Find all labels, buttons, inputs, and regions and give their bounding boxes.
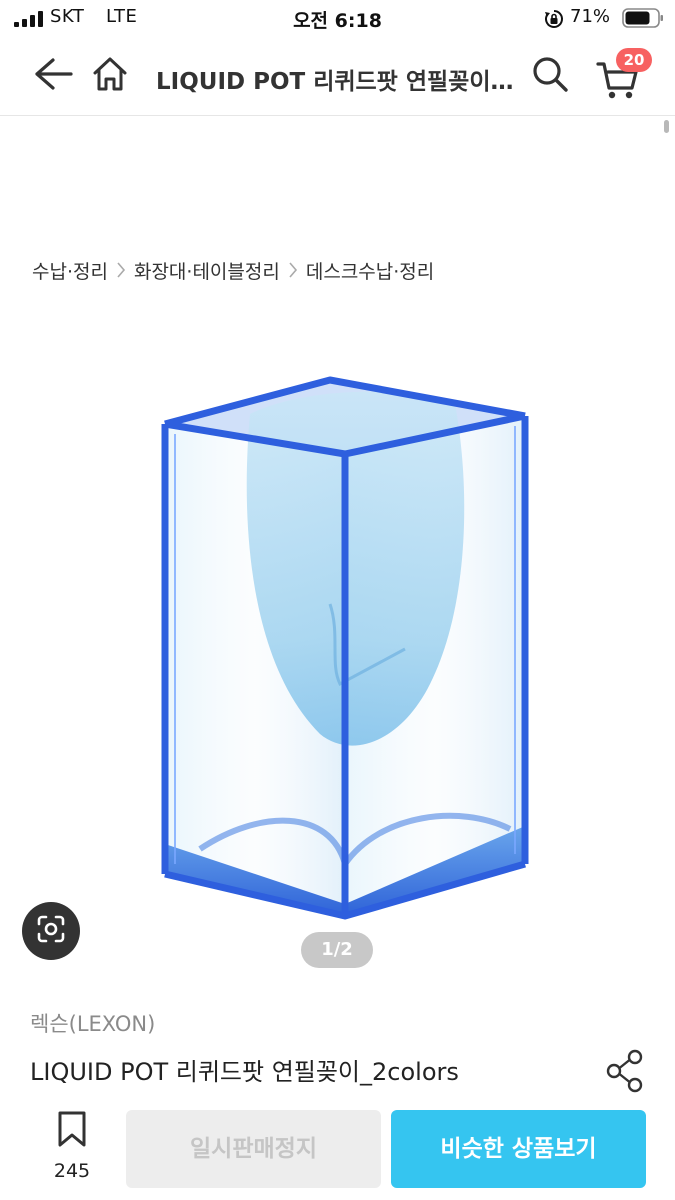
sale-suspended-button[interactable]: 일시판매정지 <box>126 1110 381 1188</box>
cart-button[interactable]: 20 <box>594 48 652 100</box>
bookmark-count: 245 <box>53 1160 91 1182</box>
chevron-right-icon <box>288 261 298 279</box>
share-icon <box>605 1049 645 1097</box>
back-arrow-icon <box>33 57 73 95</box>
view-similar-products-button[interactable]: 비슷한 상품보기 <box>391 1110 646 1188</box>
breadcrumb-item-vanity[interactable]: 화장대·테이블정리 <box>134 257 280 284</box>
chevron-right-icon <box>116 261 126 279</box>
product-image[interactable] <box>0 304 675 984</box>
breadcrumb-item-storage[interactable]: 수납·정리 <box>32 257 108 284</box>
share-button[interactable] <box>600 1048 650 1098</box>
cart-count-badge: 20 <box>616 48 652 72</box>
scrollbar[interactable] <box>664 120 669 133</box>
image-pager: 1/2 <box>301 932 373 968</box>
home-button[interactable] <box>88 54 132 98</box>
lens-search-icon <box>36 914 66 948</box>
bottom-action-bar: 245 일시판매정지 비슷한 상품보기 <box>0 1100 675 1200</box>
search-icon <box>531 55 569 97</box>
breadcrumb-item-desk-storage[interactable]: 데스크수납·정리 <box>306 257 434 284</box>
home-icon <box>91 55 129 97</box>
page-title: LIQUID POT 리퀴드팟 연필꽂이_2colors <box>156 69 516 95</box>
product-name: LIQUID POT 리퀴드팟 연필꽂이_2colors <box>30 1058 459 1086</box>
top-navigation-bar: LIQUID POT 리퀴드팟 연필꽂이_2colors 20 <box>0 40 675 116</box>
breadcrumb: 수납·정리 화장대·테이블정리 데스크수납·정리 <box>32 256 434 284</box>
bookmark-button[interactable]: 245 <box>44 1110 100 1196</box>
battery-icon <box>622 8 664 32</box>
status-bar: SKT LTE 오전 6:18 71% <box>0 0 675 38</box>
battery-percent: 71% <box>570 6 611 27</box>
orientation-lock-icon <box>544 9 564 33</box>
lens-search-button[interactable] <box>22 902 80 960</box>
brand-name[interactable]: 렉슨(LEXON) <box>30 1008 155 1038</box>
bookmark-icon <box>56 1110 88 1152</box>
back-button[interactable] <box>30 54 76 98</box>
search-button[interactable] <box>528 54 572 98</box>
